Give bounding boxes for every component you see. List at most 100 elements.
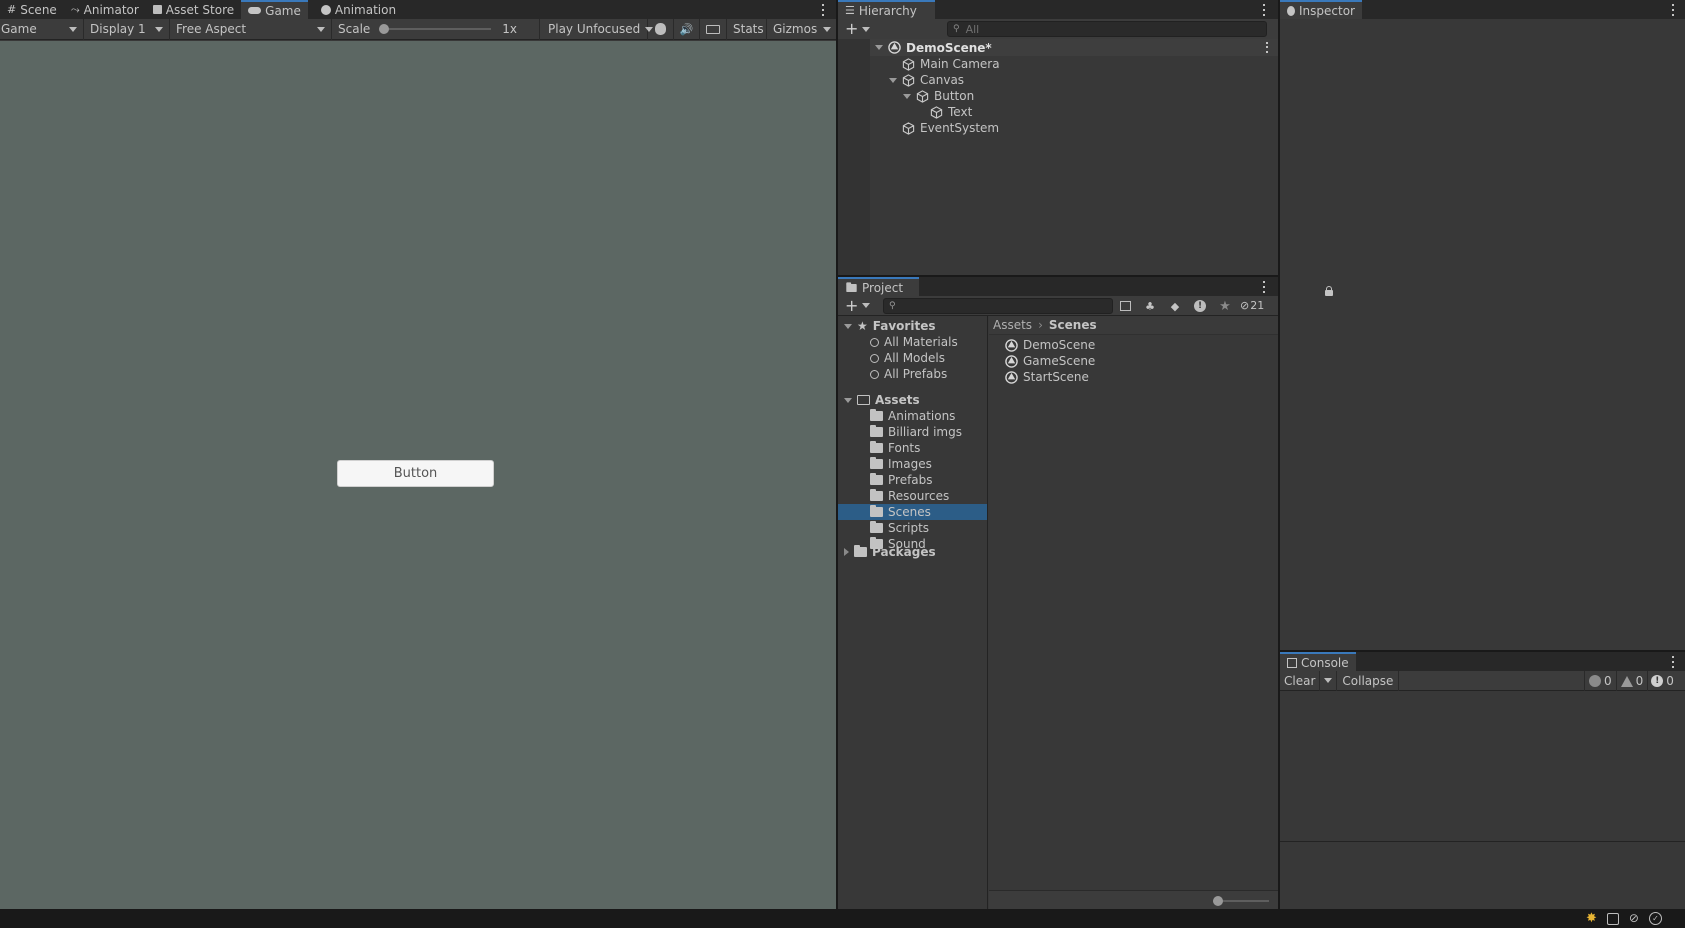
lock-icon[interactable] bbox=[1325, 285, 1333, 296]
collapse-arrow-icon[interactable] bbox=[844, 548, 849, 556]
favorite-item[interactable]: All Models bbox=[870, 350, 958, 366]
scale-label: Scale bbox=[338, 22, 371, 36]
warning-count: 0 bbox=[1635, 674, 1644, 688]
scene-file-item[interactable]: StartScene bbox=[1005, 369, 1278, 385]
favorite-button[interactable]: ★ bbox=[1214, 297, 1236, 315]
folder-icon bbox=[870, 425, 883, 437]
tab-game[interactable]: Game bbox=[241, 0, 308, 19]
expand-arrow-icon[interactable] bbox=[875, 45, 883, 50]
expand-arrow-icon[interactable] bbox=[844, 397, 852, 403]
favorite-item-label: All Materials bbox=[884, 335, 958, 349]
error-count-toggle[interactable]: ! 0 bbox=[1648, 671, 1677, 691]
gizmos-dropdown[interactable] bbox=[819, 19, 835, 40]
info-count-toggle[interactable]: 0 bbox=[1584, 671, 1617, 691]
tab-asset-store[interactable]: Asset Store bbox=[146, 0, 241, 19]
game-viewport[interactable]: Button bbox=[0, 41, 836, 909]
favorites-header[interactable]: ★ Favorites bbox=[844, 318, 935, 334]
tab-animator[interactable]: ⤳ Animator bbox=[64, 0, 146, 19]
hierarchy-item[interactable]: Canvas bbox=[870, 72, 1278, 88]
asset-folder-item[interactable]: Animations bbox=[838, 408, 987, 424]
asset-folder-label: Scripts bbox=[888, 521, 930, 535]
folder-icon bbox=[870, 441, 883, 453]
packages-header[interactable]: Packages bbox=[844, 544, 936, 560]
favorite-item[interactable]: All Materials bbox=[870, 334, 958, 350]
expand-arrow-icon[interactable] bbox=[889, 77, 897, 83]
packages-label: Packages bbox=[872, 545, 936, 559]
asset-folder-item[interactable]: Images bbox=[838, 456, 987, 472]
asset-folder-item[interactable]: Prefabs bbox=[838, 472, 987, 488]
search-in-window-button[interactable] bbox=[1114, 297, 1136, 315]
console-clear-button[interactable]: Clear bbox=[1280, 670, 1321, 691]
game-ui-button-label: Button bbox=[393, 466, 438, 481]
scene-name: DemoScene* bbox=[906, 40, 992, 55]
hierarchy-menu-button[interactable] bbox=[1259, 3, 1269, 17]
hierarchy-item-label: EventSystem bbox=[920, 121, 1000, 135]
hierarchy-search-input[interactable]: ⚲ All bbox=[947, 21, 1267, 37]
filter-by-type-button[interactable]: ♣ bbox=[1139, 297, 1161, 315]
check-circle-icon[interactable]: ✓ bbox=[1648, 912, 1662, 925]
mute-audio-toggle[interactable]: 🔊 bbox=[674, 18, 700, 40]
error-circle-icon: ! bbox=[1651, 675, 1664, 687]
console-clear-options[interactable] bbox=[1320, 670, 1338, 691]
progress-sun-icon[interactable]: ✸ bbox=[1586, 912, 1597, 925]
favorite-item[interactable]: All Prefabs bbox=[870, 366, 958, 382]
asset-folder-item[interactable]: Scenes bbox=[838, 504, 987, 520]
console-collapse-toggle[interactable]: Collapse bbox=[1337, 670, 1400, 691]
hierarchy-item[interactable]: EventSystem bbox=[870, 120, 1278, 136]
aspect-select[interactable]: Free Aspect bbox=[170, 18, 332, 40]
tab-console[interactable]: Console bbox=[1280, 652, 1356, 671]
expand-arrow-icon[interactable] bbox=[844, 323, 852, 329]
open-folder-icon bbox=[857, 395, 870, 405]
hierarchy-item[interactable]: Button bbox=[870, 88, 1278, 104]
tab-project[interactable]: Project bbox=[838, 277, 919, 296]
project-create-button[interactable]: + bbox=[845, 297, 871, 313]
icon-size-slider-thumb[interactable] bbox=[1213, 896, 1223, 906]
gizmos-toggle[interactable]: Gizmos bbox=[767, 19, 819, 40]
hidden-packages-toggle[interactable]: ⊘ 21 bbox=[1240, 299, 1264, 312]
tab-scene[interactable]: # Scene bbox=[0, 0, 64, 19]
cache-server-icon[interactable] bbox=[1606, 912, 1619, 925]
play-mode-select[interactable]: Play Unfocused bbox=[542, 18, 654, 40]
console-icon bbox=[1287, 657, 1297, 668]
warning-count-toggle[interactable]: 0 bbox=[1617, 671, 1649, 691]
hierarchy-create-button[interactable]: + bbox=[845, 21, 871, 37]
scene-file-item[interactable]: GameScene bbox=[1005, 353, 1278, 369]
scale-slider-thumb[interactable] bbox=[379, 24, 390, 34]
icon-size-slider[interactable] bbox=[1213, 896, 1269, 906]
tab-hierarchy[interactable]: ☰ Hierarchy bbox=[838, 0, 935, 19]
gameobject-cube-icon bbox=[902, 57, 915, 71]
asset-folder-item[interactable]: Scripts bbox=[838, 520, 987, 536]
stats-toggle[interactable]: Stats bbox=[727, 18, 767, 40]
project-search-input[interactable]: ⚲ bbox=[883, 298, 1113, 314]
breadcrumb-assets[interactable]: Assets bbox=[993, 318, 1032, 332]
tab-inspector[interactable]: Inspector bbox=[1280, 0, 1362, 19]
assets-header[interactable]: Assets bbox=[844, 392, 920, 408]
inspector-menu-button[interactable] bbox=[1668, 3, 1678, 17]
game-panel-menu-button[interactable] bbox=[818, 3, 828, 17]
filter-by-log-button[interactable]: ! bbox=[1189, 297, 1211, 315]
project-menu-button[interactable] bbox=[1259, 280, 1269, 294]
expand-arrow-icon[interactable] bbox=[903, 93, 911, 99]
scene-file-item[interactable]: DemoScene bbox=[1005, 337, 1278, 353]
hierarchy-item[interactable]: Main Camera bbox=[870, 56, 1278, 72]
asset-folder-item[interactable]: Resources bbox=[838, 488, 987, 504]
game-ui-button[interactable]: Button bbox=[337, 460, 494, 487]
keyboard-shortcuts-toggle[interactable] bbox=[700, 18, 727, 40]
view-select[interactable]: Game bbox=[0, 18, 84, 40]
hierarchy-scene-row[interactable]: DemoScene* bbox=[870, 39, 1278, 56]
filter-by-label-button[interactable]: ◆ bbox=[1164, 297, 1186, 315]
console-detail-area[interactable] bbox=[1280, 843, 1685, 909]
console-log-area[interactable] bbox=[1280, 692, 1685, 842]
scene-menu-button[interactable] bbox=[1262, 41, 1272, 55]
debug-toggle[interactable] bbox=[648, 18, 674, 40]
scale-slider[interactable] bbox=[379, 24, 492, 34]
display-select[interactable]: Display 1 bbox=[84, 18, 170, 40]
tab-animation[interactable]: Animation bbox=[314, 0, 403, 19]
asset-folder-item[interactable]: Fonts bbox=[838, 440, 987, 456]
hierarchy-item[interactable]: Text bbox=[870, 104, 1278, 120]
asset-folder-item[interactable]: Billiard imgs bbox=[838, 424, 987, 440]
console-menu-button[interactable] bbox=[1668, 655, 1678, 669]
breadcrumb-scenes[interactable]: Scenes bbox=[1049, 318, 1097, 332]
console-toolbar: Clear Collapse 0 0 ! 0 bbox=[1280, 670, 1685, 691]
auto-generate-lighting-icon[interactable]: ⊘ bbox=[1629, 912, 1639, 925]
